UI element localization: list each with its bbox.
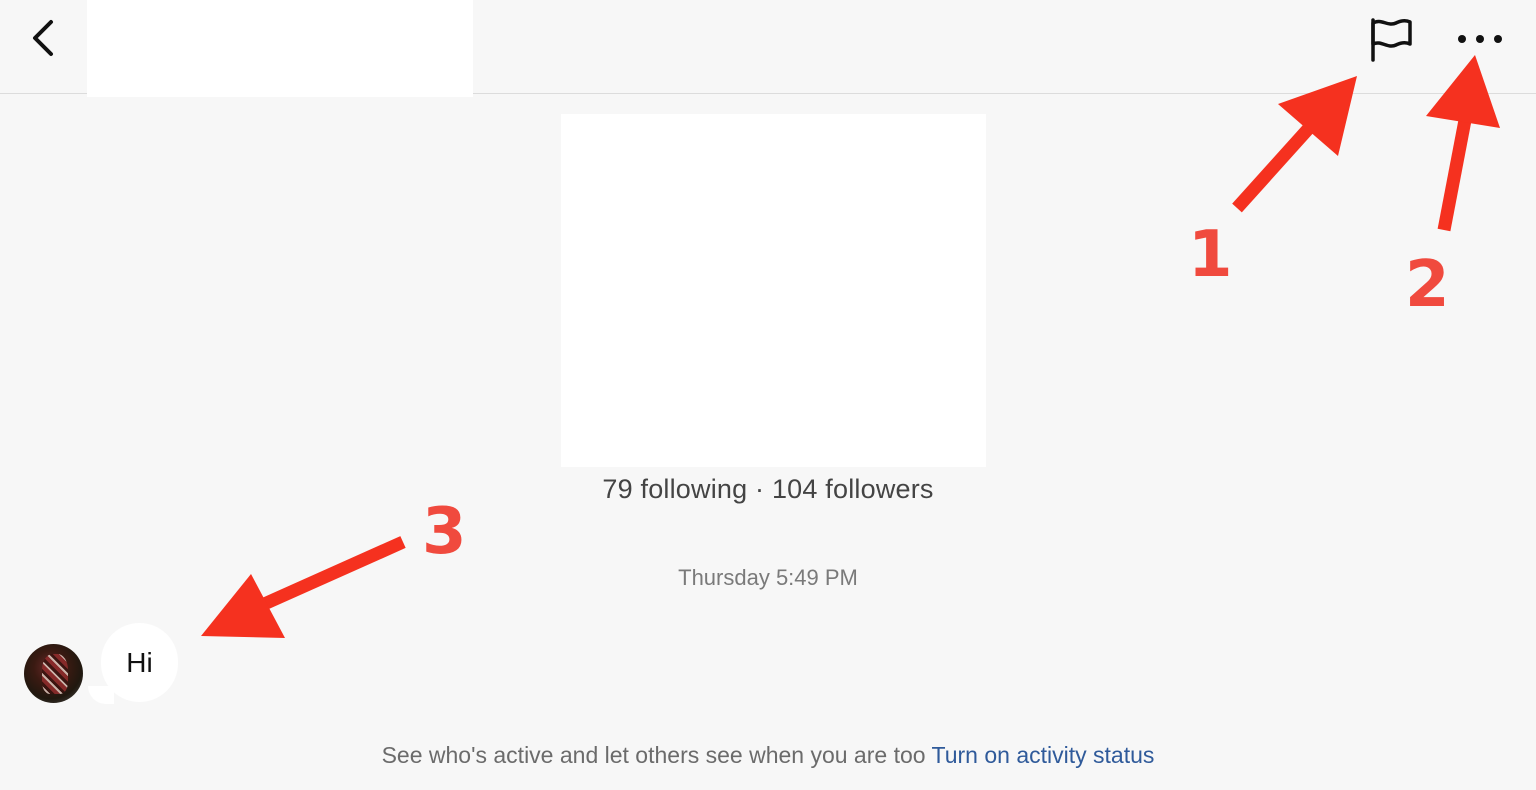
message-text: Hi [126, 647, 153, 678]
back-button[interactable] [20, 14, 68, 62]
annotation-label-1: 1 [1188, 218, 1233, 292]
header-bar [0, 0, 1536, 97]
annotation-label-2: 2 [1405, 248, 1450, 322]
activity-status-footer: See who's active and let others see when… [0, 742, 1536, 769]
more-horizontal-icon [1458, 35, 1502, 43]
flag-icon [1371, 18, 1412, 62]
annotation-arrow-1 [1232, 76, 1357, 213]
activity-status-link[interactable]: Turn on activity status [932, 742, 1155, 768]
report-flag-button[interactable] [1362, 14, 1420, 66]
sender-avatar[interactable] [24, 644, 83, 703]
chat-page: 79 following · 104 followers Thursday 5:… [0, 0, 1536, 790]
more-options-button[interactable] [1450, 20, 1510, 60]
activity-status-text: See who's active and let others see when… [381, 742, 926, 768]
follow-stats: 79 following · 104 followers [602, 474, 934, 504]
chevron-left-icon [33, 20, 53, 56]
profile-card-redacted [561, 114, 986, 467]
message-timestamp: Thursday 5:49 PM [678, 565, 858, 590]
annotation-label-3: 3 [422, 495, 467, 569]
message-bubble[interactable]: Hi [101, 623, 178, 702]
conversation-title-redacted [87, 0, 473, 97]
